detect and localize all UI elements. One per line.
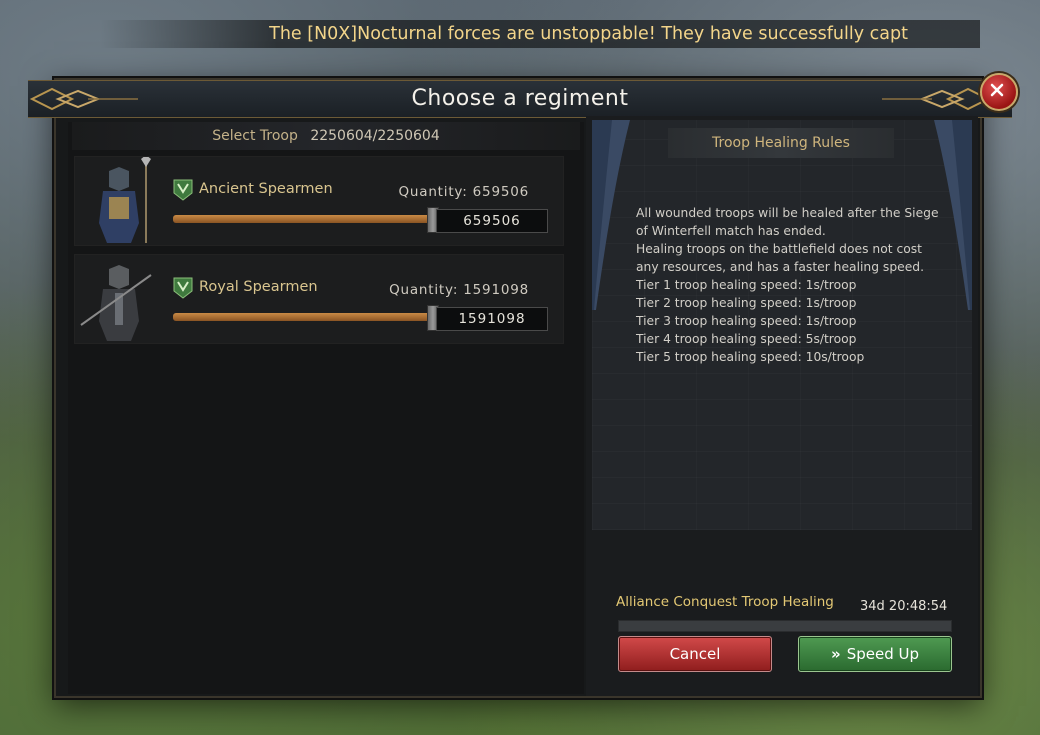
choose-regiment-dialog: Choose a regiment Select Troop 2250604/2… [28, 73, 1018, 698]
troop-row-ancient-spearmen[interactable]: Ancient Spearmen Quantity: 659506 659506 [74, 156, 564, 246]
healing-panel: Troop Healing Rules All wounded troops w… [586, 116, 978, 696]
troop-name: Ancient Spearmen [199, 181, 333, 197]
rules-line: Tier 3 troop healing speed: 1s/troop [636, 314, 857, 328]
troop-name: Royal Spearmen [199, 279, 318, 295]
troop-quantity: Quantity: 1591098 [389, 282, 529, 298]
rules-line: Tier 5 troop healing speed: 10s/troop [636, 350, 865, 364]
troop-quantity: Quantity: 659506 [398, 184, 529, 200]
speed-up-button[interactable]: » Speed Up [798, 636, 952, 672]
slider-fill [173, 215, 435, 223]
rules-line: Tier 2 troop healing speed: 1s/troop [636, 296, 857, 310]
rules-line: Healing troops on the battlefield does n… [636, 242, 922, 256]
select-troop-count: 2250604/2250604 [310, 128, 440, 144]
announcement-ticker: The [N0X]Nocturnal forces are unstoppabl… [100, 20, 980, 48]
select-troop-label: Select Troop [212, 128, 298, 144]
tier-badge-icon [173, 179, 193, 201]
dialog-titlebar: Choose a regiment [28, 73, 1018, 118]
cancel-button[interactable]: Cancel [618, 636, 772, 672]
speed-up-label: Speed Up [846, 645, 919, 663]
slider-fill [173, 313, 435, 321]
troop-quantity-input[interactable]: 659506 [436, 209, 548, 233]
rules-line: Tier 1 troop healing speed: 1s/troop [636, 278, 857, 292]
close-button[interactable] [980, 73, 1018, 111]
healing-timer: 34d 20:48:54 [860, 599, 948, 614]
healing-rules-board: Troop Healing Rules All wounded troops w… [592, 120, 972, 530]
royal-spearmen-portrait-icon [75, 255, 161, 343]
close-icon [990, 83, 1004, 97]
rules-line: Tier 4 troop healing speed: 5s/troop [636, 332, 857, 346]
healing-label: Alliance Conquest Troop Healing [616, 594, 834, 610]
troop-row-royal-spearmen[interactable]: Royal Spearmen Quantity: 1591098 1591098 [74, 254, 564, 344]
rules-line: of Winterfell match has ended. [636, 224, 826, 238]
double-chevron-icon: » [831, 645, 841, 663]
tier-badge-icon [173, 277, 193, 299]
healing-progress-bar [618, 620, 952, 632]
troop-selection-panel: Select Troop 2250604/2250604 Ancient Spe… [68, 122, 584, 694]
dialog-title: Choose a regiment [411, 86, 629, 111]
troop-quantity-input[interactable]: 1591098 [436, 307, 548, 331]
rules-line: any resources, and has a faster healing … [636, 260, 924, 274]
rules-line: All wounded troops will be healed after … [636, 206, 939, 220]
healing-rules-text: All wounded troops will be healed after … [636, 204, 956, 366]
select-troop-header: Select Troop 2250604/2250604 [72, 122, 580, 150]
troop-quantity-slider[interactable] [173, 305, 439, 331]
curtain-left-icon [592, 120, 630, 310]
troop-quantity-slider[interactable] [173, 207, 439, 233]
healing-rules-title: Troop Healing Rules [668, 128, 894, 158]
ancient-spearmen-portrait-icon [75, 157, 161, 245]
